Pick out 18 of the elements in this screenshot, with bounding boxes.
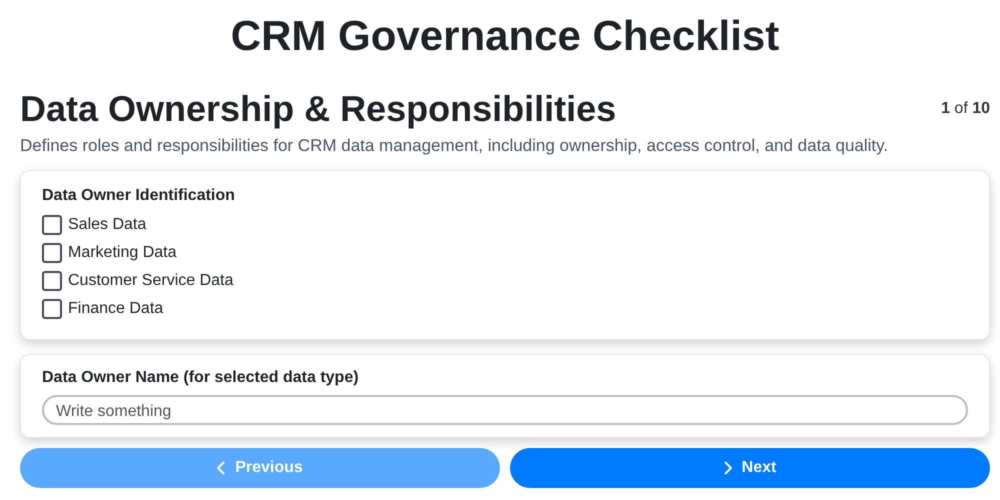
option-label: Sales Data [68, 216, 146, 234]
page-title: CRM Governance Checklist [230, 11, 780, 60]
chevron-right-icon [724, 461, 732, 475]
checkbox[interactable] [42, 215, 62, 235]
option-label: Finance Data [68, 300, 164, 318]
option-label: Marketing Data [68, 244, 176, 262]
input-field[interactable]: Write something [42, 395, 968, 425]
section-title: Data Ownership & Responsibilities [20, 88, 616, 130]
question-label: Data Owner Name (for selected data type) [42, 369, 360, 387]
checkbox[interactable] [42, 299, 62, 319]
page-counter: 1 of 10 [941, 100, 990, 118]
question-label: Data Owner Identification [42, 187, 236, 205]
checkbox[interactable] [42, 271, 62, 291]
option-label: Customer Service Data [68, 272, 234, 290]
next-button[interactable]: Next [510, 448, 990, 488]
section-description: Defines roles and responsibilities for CRM data management, including ownership, access control, and data quality. [20, 136, 890, 156]
chevron-left-icon [217, 461, 226, 475]
checkbox[interactable] [42, 243, 62, 263]
